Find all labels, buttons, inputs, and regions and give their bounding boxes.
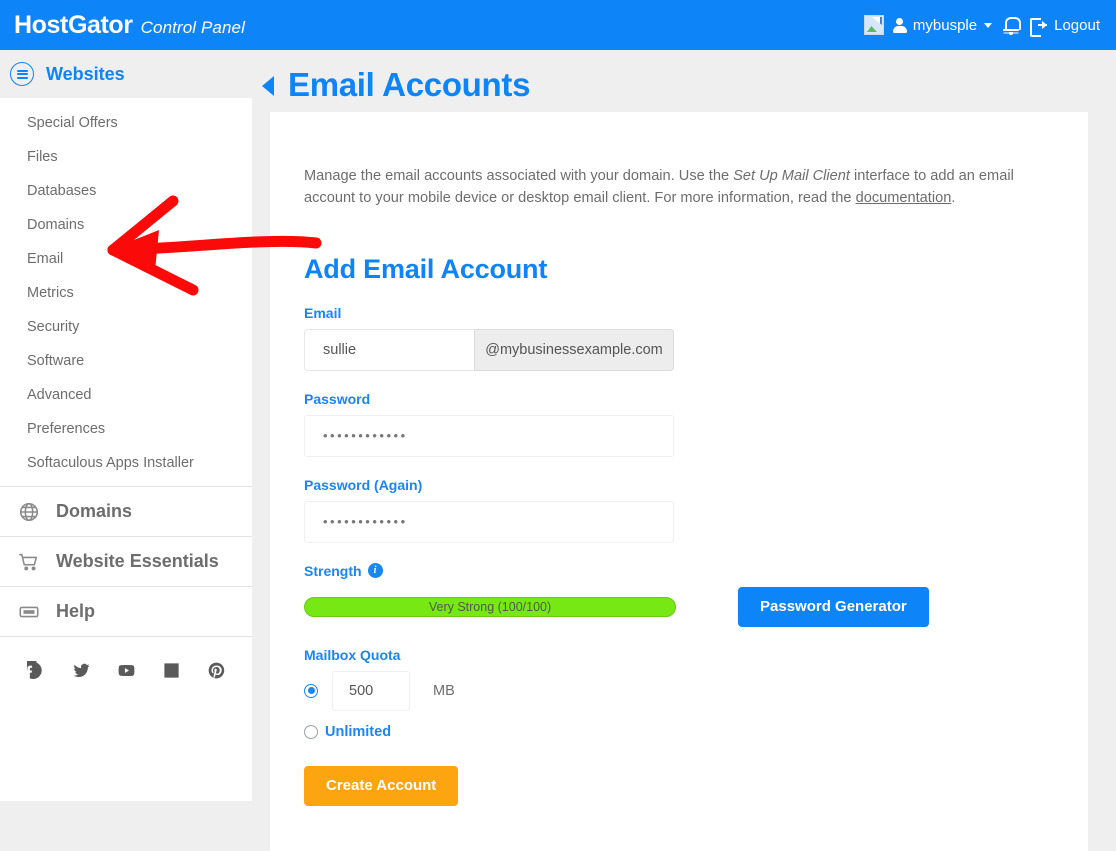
sidebar-item-label: Softaculous Apps Installer bbox=[27, 455, 194, 471]
content-card: Manage the email accounts associated wit… bbox=[270, 112, 1088, 851]
sidebar-section-label: Domains bbox=[56, 501, 133, 521]
brand-subtitle: Control Panel bbox=[140, 17, 245, 37]
top-header-bar: HostGator Control Panel mybusple Logout bbox=[0, 0, 1116, 50]
sidebar-item-label: Email bbox=[27, 251, 64, 267]
sidebar-item-label: Advanced bbox=[27, 387, 92, 403]
description-text-3: . bbox=[951, 190, 956, 207]
main-content: Email Accounts Manage the email accounts… bbox=[252, 50, 1116, 851]
strength-label: Strength bbox=[304, 562, 362, 579]
quota-unit-label: MB bbox=[433, 682, 455, 699]
broken-image-icon bbox=[863, 15, 884, 35]
server-stack-icon bbox=[10, 62, 34, 86]
header-right-controls: mybusple Logout bbox=[863, 15, 1116, 37]
brand-name: HostGator bbox=[14, 10, 133, 39]
sidebar-section-label: Website Essentials bbox=[56, 551, 219, 571]
mailbox-quota-label: Mailbox Quota bbox=[304, 646, 401, 663]
email-label: Email bbox=[304, 304, 342, 321]
sidebar-header-websites[interactable]: Websites bbox=[0, 50, 252, 98]
linkedin-icon[interactable] bbox=[162, 661, 181, 685]
social-links bbox=[0, 637, 252, 685]
strength-label-row: Strength i bbox=[304, 563, 1054, 579]
strength-value-text: Very Strong (100/100) bbox=[428, 599, 552, 614]
sidebar-item-email[interactable]: Email bbox=[0, 242, 252, 276]
sidebar-item-label: Domains bbox=[27, 217, 85, 233]
back-triangle-icon[interactable] bbox=[262, 76, 274, 96]
create-account-button[interactable]: Create Account bbox=[304, 765, 459, 806]
sidebar-item-label: Software bbox=[27, 353, 85, 369]
info-icon[interactable]: i bbox=[367, 563, 383, 579]
password-again-label: Password (Again) bbox=[304, 476, 423, 493]
sidebar-item-software[interactable]: Software bbox=[0, 344, 252, 378]
email-domain-addon: @mybusinessexample.com bbox=[474, 328, 674, 371]
username-label: mybusple bbox=[912, 16, 978, 34]
notification-bell-icon[interactable] bbox=[1003, 16, 1022, 35]
logout-button[interactable]: Logout bbox=[1030, 16, 1100, 37]
sidebar-section-domains[interactable]: Domains bbox=[0, 487, 252, 537]
sidebar-item-label: Security bbox=[27, 319, 80, 335]
quota-limited-row: 500 MB bbox=[304, 670, 1054, 711]
sidebar-item-label: Files bbox=[27, 149, 58, 165]
sidebar-section-help[interactable]: Help bbox=[0, 587, 252, 637]
sidebar-sections: Domains Website Essentials Help bbox=[0, 486, 252, 637]
sidebar-item-databases[interactable]: Databases bbox=[0, 174, 252, 208]
sidebar-item-softaculous[interactable]: Softaculous Apps Installer bbox=[0, 446, 252, 480]
sidebar-item-preferences[interactable]: Preferences bbox=[0, 412, 252, 446]
sidebar-item-advanced[interactable]: Advanced bbox=[0, 378, 252, 412]
sidebar-item-metrics[interactable]: Metrics bbox=[0, 276, 252, 310]
documentation-link[interactable]: documentation bbox=[856, 190, 952, 206]
globe-icon bbox=[18, 501, 40, 523]
sidebar-item-label: Metrics bbox=[27, 285, 74, 301]
email-field-group: sullie @mybusinessexample.com bbox=[304, 328, 674, 371]
description-text-1: Manage the email accounts associated wit… bbox=[304, 167, 734, 184]
sidebar-section-website-essentials[interactable]: Website Essentials bbox=[0, 537, 252, 587]
twitter-icon[interactable] bbox=[72, 661, 91, 685]
quota-unlimited-label: Unlimited bbox=[325, 723, 392, 740]
quota-value-input[interactable]: 500 bbox=[332, 670, 410, 711]
logout-icon bbox=[1030, 17, 1048, 37]
user-menu-button[interactable]: mybusple bbox=[892, 16, 993, 34]
password-strength-meter: Very Strong (100/100) bbox=[304, 596, 676, 617]
password-label: Password bbox=[304, 390, 371, 407]
password-again-input[interactable]: •••••••••••• bbox=[304, 500, 674, 543]
sidebar-item-files[interactable]: Files bbox=[0, 140, 252, 174]
sidebar-item-security[interactable]: Security bbox=[0, 310, 252, 344]
person-icon bbox=[892, 17, 907, 33]
brand-logo[interactable]: HostGator Control Panel bbox=[0, 11, 245, 40]
sidebar-item-label: Special Offers bbox=[27, 115, 118, 131]
page-title: Email Accounts bbox=[288, 66, 531, 103]
password-generator-button[interactable]: Password Generator bbox=[738, 586, 929, 627]
description-emphasis: Set Up Mail Client bbox=[733, 167, 850, 184]
sidebar-header-label: Websites bbox=[46, 63, 125, 84]
shopping-cart-icon bbox=[18, 551, 40, 573]
chevron-down-icon bbox=[984, 22, 993, 28]
sidebar-item-label: Databases bbox=[27, 183, 97, 199]
page-title-row: Email Accounts bbox=[252, 50, 1116, 112]
ticket-icon bbox=[18, 601, 40, 623]
password-input[interactable]: •••••••••••• bbox=[304, 414, 674, 457]
page-description: Manage the email accounts associated wit… bbox=[304, 165, 1054, 210]
sidebar-item-label: Preferences bbox=[27, 421, 106, 437]
pinterest-icon[interactable] bbox=[207, 661, 226, 685]
section-title-add-email-account: Add Email Account bbox=[304, 253, 548, 284]
sidebar-item-special-offers[interactable]: Special Offers bbox=[0, 106, 252, 140]
facebook-icon[interactable] bbox=[20, 654, 46, 685]
sidebar-menu: Special Offers Files Databases Domains E… bbox=[0, 98, 252, 486]
sidebar: Websites Special Offers Files Databases … bbox=[0, 50, 252, 801]
quota-limited-radio[interactable] bbox=[304, 683, 318, 698]
quota-unlimited-row: Unlimited bbox=[304, 724, 1054, 740]
logout-label: Logout bbox=[1054, 16, 1100, 34]
email-input[interactable]: sullie bbox=[305, 330, 474, 370]
sidebar-section-label: Help bbox=[56, 601, 96, 621]
strength-row: Very Strong (100/100) Password Generator bbox=[304, 586, 1054, 627]
quota-unlimited-radio[interactable] bbox=[304, 724, 318, 739]
sidebar-item-domains[interactable]: Domains bbox=[0, 208, 252, 242]
youtube-icon[interactable] bbox=[117, 661, 136, 685]
